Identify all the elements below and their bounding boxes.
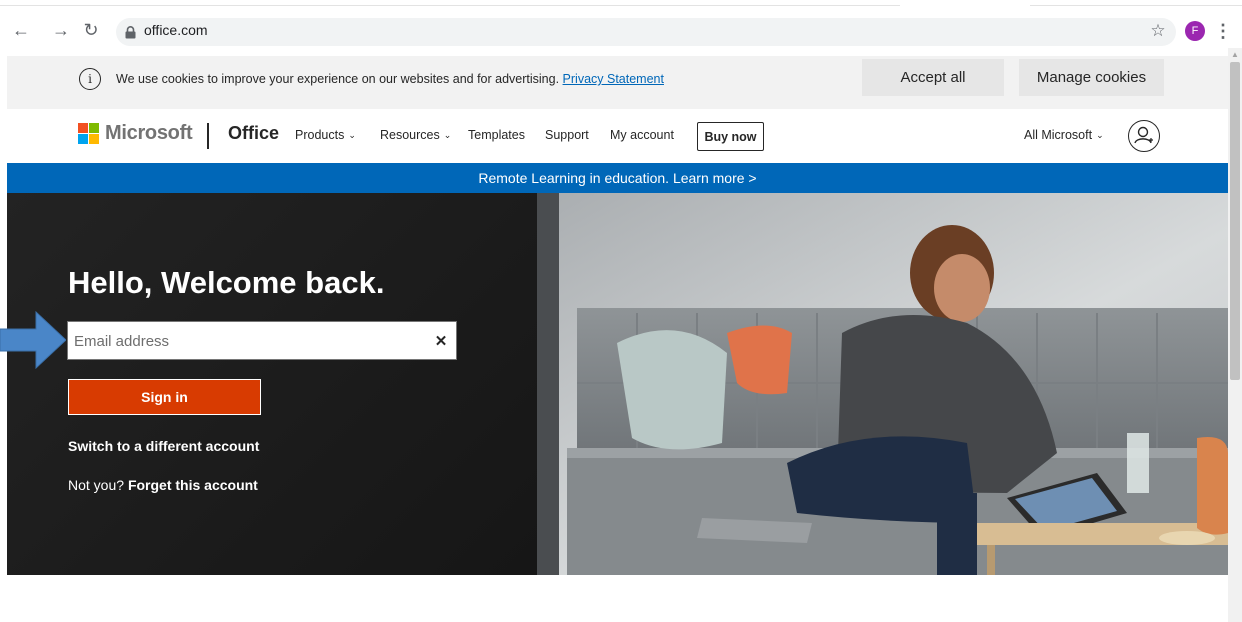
- back-arrow-icon[interactable]: ←: [10, 19, 32, 41]
- all-microsoft-label: All Microsoft: [1024, 128, 1093, 142]
- office-home-link[interactable]: Office: [228, 123, 279, 144]
- browser-toolbar: ← → ↻ office.com ☆ F ⋮: [0, 0, 1242, 48]
- chevron-down-icon: ⌄: [1096, 130, 1104, 140]
- annotation-arrow-icon: [0, 310, 66, 370]
- lock-icon: [125, 26, 136, 39]
- chevron-down-icon: ⌄: [348, 130, 356, 140]
- nav-templates[interactable]: Templates: [468, 128, 525, 142]
- account-sign-in-icon[interactable]: [1128, 120, 1160, 152]
- hero-photo-illustration: [537, 193, 1228, 575]
- page-scrollbar[interactable]: ▲: [1228, 48, 1242, 622]
- page-viewport: i We use cookies to improve your experie…: [0, 48, 1242, 622]
- not-you-text: Not you?: [68, 477, 125, 493]
- nav-support[interactable]: Support: [545, 128, 589, 142]
- email-input[interactable]: [74, 329, 414, 353]
- nav-my-account[interactable]: My account: [610, 128, 674, 142]
- profile-avatar[interactable]: F: [1185, 21, 1205, 41]
- chevron-down-icon: ⌄: [443, 130, 452, 140]
- nav-resources-label: Resources: [380, 128, 440, 142]
- switch-account-link[interactable]: Switch to a different account: [68, 438, 259, 454]
- hero-dark-panel: Hello, Welcome back. ✕ Sign in Switch to…: [7, 193, 537, 575]
- buy-now-button[interactable]: Buy now: [697, 122, 764, 151]
- microsoft-wordmark[interactable]: Microsoft: [105, 122, 193, 145]
- nav-products[interactable]: Products ⌄: [295, 128, 356, 142]
- cookie-message: We use cookies to improve your experienc…: [116, 72, 664, 86]
- promo-banner-text: Remote Learning in education. Learn more…: [478, 170, 757, 186]
- scrollbar-thumb[interactable]: [1230, 62, 1240, 380]
- forget-account-line: Not you? Forget this account: [68, 477, 258, 493]
- welcome-heading: Hello, Welcome back.: [68, 265, 385, 300]
- browser-window: ← → ↻ office.com ☆ F ⋮ i We use cookies …: [0, 0, 1242, 622]
- accept-all-button[interactable]: Accept all: [862, 59, 1004, 96]
- clear-input-icon[interactable]: ✕: [432, 331, 450, 351]
- browser-menu-icon[interactable]: ⋮: [1214, 19, 1232, 43]
- address-bar[interactable]: [116, 18, 1176, 46]
- nav-resources[interactable]: Resources ⌄: [380, 128, 451, 142]
- site-header: Microsoft Office Products ⌄ Resources ⌄ Te…: [7, 109, 1228, 163]
- sign-in-button[interactable]: Sign in: [68, 379, 261, 415]
- forget-account-link[interactable]: Forget this account: [128, 477, 258, 493]
- reload-icon[interactable]: ↻: [80, 19, 102, 41]
- manage-cookies-button[interactable]: Manage cookies: [1019, 59, 1164, 96]
- hero-photo: [537, 193, 1228, 575]
- scroll-up-arrow-icon[interactable]: ▲: [1228, 50, 1242, 60]
- bookmark-star-icon[interactable]: ☆: [1145, 18, 1171, 44]
- all-microsoft-menu[interactable]: All Microsoft ⌄: [1024, 128, 1104, 142]
- header-divider: [207, 123, 209, 149]
- email-field-wrapper: ✕: [67, 321, 457, 360]
- address-url[interactable]: office.com: [144, 22, 208, 38]
- privacy-statement-link[interactable]: Privacy Statement: [563, 72, 664, 86]
- hero-section: Hello, Welcome back. ✕ Sign in Switch to…: [7, 193, 1228, 575]
- promo-banner[interactable]: Remote Learning in education. Learn more…: [7, 163, 1228, 193]
- nav-products-label: Products: [295, 128, 345, 142]
- cookie-text: We use cookies to improve your experienc…: [116, 72, 560, 86]
- microsoft-logo-icon[interactable]: [78, 123, 100, 145]
- tab-strip: [0, 0, 1242, 6]
- info-icon: i: [79, 68, 101, 90]
- forward-arrow-icon[interactable]: →: [50, 19, 72, 41]
- cookie-banner: i We use cookies to improve your experie…: [7, 56, 1228, 109]
